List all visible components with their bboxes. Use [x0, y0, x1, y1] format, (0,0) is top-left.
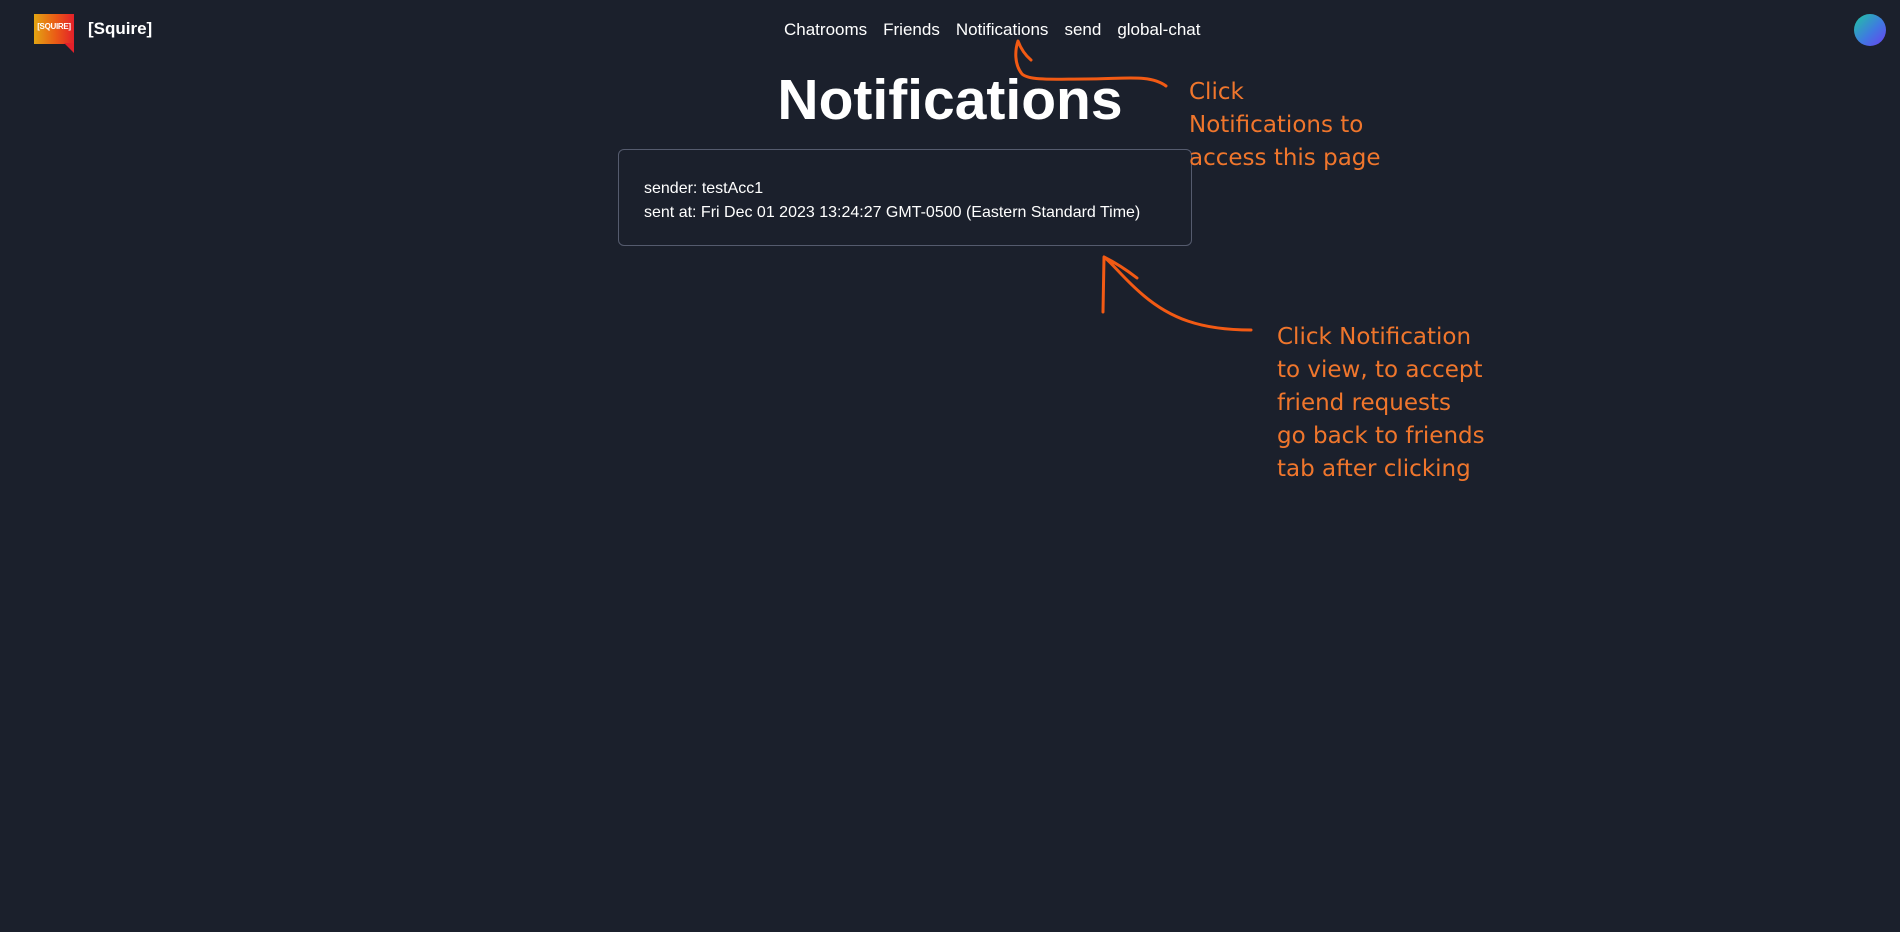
nav-item-send[interactable]: send: [1064, 20, 1101, 40]
annotation-line: friend requests: [1277, 390, 1451, 416]
annotation-note-card: Click Notification to view, to accept fr…: [1277, 321, 1507, 486]
user-avatar[interactable]: [1854, 14, 1886, 46]
arrow-to-notification-card: [1101, 255, 1253, 332]
logo-text: [SQUIRE]: [37, 22, 71, 31]
notification-sender: sender: testAcc1: [644, 180, 764, 197]
page-title: Notifications: [0, 64, 1900, 136]
brand-home-link[interactable]: [SQUIRE] [Squire]: [34, 14, 153, 53]
page-title-text: Notifications: [777, 68, 1123, 132]
annotation-line: Notifications to: [1189, 112, 1364, 138]
nav-item-chatrooms[interactable]: Chatrooms: [784, 20, 867, 40]
annotation-line: Click Notification: [1277, 324, 1472, 350]
squire-logo: [SQUIRE]: [34, 14, 74, 53]
nav-item-global-chat[interactable]: global-chat: [1117, 20, 1200, 40]
logo-tail: [64, 43, 74, 53]
notification-card[interactable]: sender: testAcc1 sent at: Fri Dec 01 202…: [618, 149, 1192, 246]
top-navbar: [SQUIRE] [Squire] Chatrooms Friends Noti…: [0, 0, 1900, 62]
brand-name: [Squire]: [88, 19, 153, 38]
annotation-line: go back to friends: [1277, 423, 1485, 449]
annotation-note-nav: Click Notifications to access this page: [1189, 76, 1419, 175]
annotation-line: tab after clicking: [1277, 456, 1471, 482]
nav-item-friends[interactable]: Friends: [883, 20, 940, 40]
annotation-layer: [1014, 39, 1253, 332]
notification-sent-at: sent at: Fri Dec 01 2023 13:24:27 GMT-05…: [644, 204, 1141, 221]
nav-item-notifications[interactable]: Notifications: [956, 20, 1049, 40]
annotation-line: Click: [1189, 79, 1244, 105]
annotation-line: to view, to accept: [1277, 357, 1483, 383]
main-nav: Chatrooms Friends Notifications send glo…: [784, 20, 1200, 40]
annotation-line: access this page: [1189, 145, 1381, 171]
